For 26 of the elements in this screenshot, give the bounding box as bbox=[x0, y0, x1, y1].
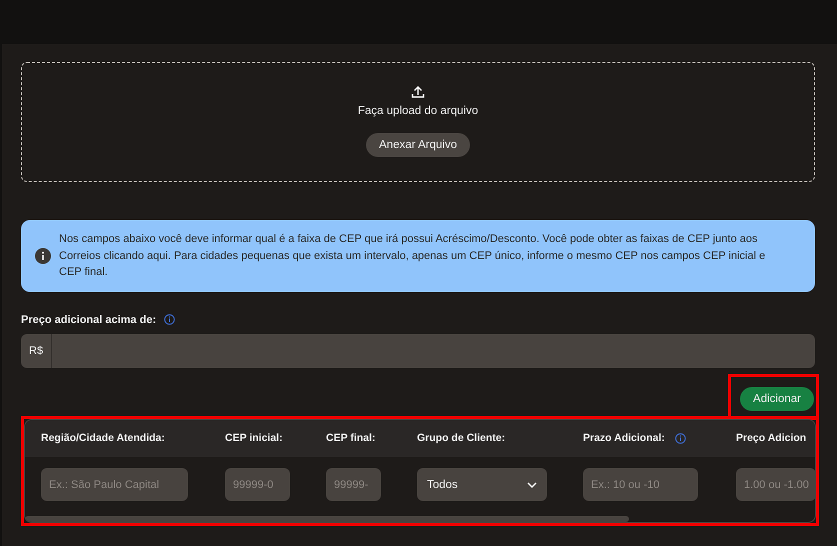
price-input-field[interactable]: R$ bbox=[21, 334, 815, 368]
horizontal-scrollbar[interactable] bbox=[25, 516, 629, 522]
info-icon bbox=[35, 248, 51, 264]
add-button[interactable]: Adicionar bbox=[740, 386, 814, 410]
column-header: Prazo Adicional: bbox=[583, 432, 665, 444]
input-field[interactable]: Ex.: São Paulo Capital bbox=[41, 468, 188, 501]
group-dropdown[interactable]: Todos bbox=[417, 468, 547, 501]
upload-title: Faça upload do arquivo bbox=[358, 105, 478, 117]
attach-file-button[interactable]: Anexar Arquivo bbox=[366, 133, 470, 157]
currency-prefix: R$ bbox=[21, 334, 52, 368]
info-icon bbox=[674, 432, 686, 444]
input-field[interactable]: 1.00 ou -1.00 bbox=[736, 468, 815, 501]
column-header: CEP inicial: bbox=[225, 432, 283, 444]
info-text: Nos campos abaixo você deve informar qual é a faixa de CEP que irá possui Acréscimo/Desconto. Você pode obter as faixas de CEP junto aos Correios clicando aqui. Para cidades pequenas que exista um intervalo, apenas um CEP único, informe o mesmo CEP nos campos CEP inicial e CEP final. bbox=[59, 232, 766, 280]
chevron-down-icon bbox=[527, 482, 537, 488]
input-field[interactable]: Ex.: 10 ou -10 bbox=[583, 468, 698, 501]
column-header: Grupo de Cliente: bbox=[417, 432, 506, 444]
field-label: Preço adicional acima de: bbox=[21, 314, 156, 326]
input-field[interactable]: 99999-0 bbox=[225, 468, 290, 501]
column-header: CEP final: bbox=[326, 432, 376, 444]
upload-icon bbox=[411, 85, 425, 99]
upload-dropzone[interactable]: Faça upload do arquivo Anexar Arquivo bbox=[21, 62, 815, 182]
info-icon bbox=[164, 314, 176, 325]
input-field[interactable]: 99999- bbox=[326, 468, 381, 501]
column-header: Preço Adicion bbox=[736, 432, 806, 444]
column-header: Região/Cidade Atendida: bbox=[41, 432, 165, 444]
